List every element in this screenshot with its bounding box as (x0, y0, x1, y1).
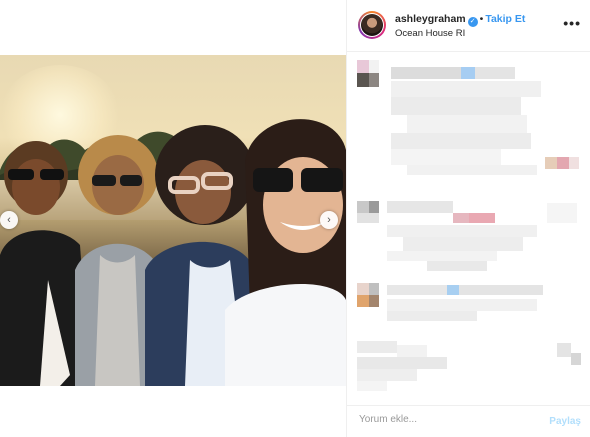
avatar-image (361, 14, 383, 36)
username-link[interactable]: ashleygraham (395, 13, 466, 25)
separator-dot: • (479, 13, 484, 25)
instagram-post: ‹ › ashleygraham ✓ • Takip Et Ocean House R… (0, 0, 590, 437)
avatar[interactable] (358, 11, 386, 39)
verified-badge-icon: ✓ (467, 17, 478, 27)
user-line: ashleygraham ✓ • Takip Et (395, 13, 525, 27)
location-link[interactable]: Ocean House RI (395, 28, 465, 39)
person-4 (225, 119, 346, 386)
comments-list (347, 53, 590, 398)
post-photo[interactable] (0, 55, 346, 386)
carousel-next-button[interactable]: › (320, 211, 338, 229)
post-media: ‹ › (0, 0, 346, 437)
follow-button[interactable]: Takip Et (485, 13, 525, 25)
post-sidebar: ashleygraham ✓ • Takip Et Ocean House RI ••… (346, 0, 590, 437)
post-comment-button[interactable]: Paylaş (549, 416, 581, 427)
comment-bar: Paylaş (347, 405, 590, 437)
carousel-prev-button[interactable]: ‹ (0, 211, 18, 229)
avatar-ring (360, 13, 384, 37)
comment-input[interactable] (359, 414, 529, 425)
more-options-icon[interactable]: ••• (563, 15, 581, 31)
post-header: ashleygraham ✓ • Takip Et Ocean House RI ••… (347, 0, 590, 52)
